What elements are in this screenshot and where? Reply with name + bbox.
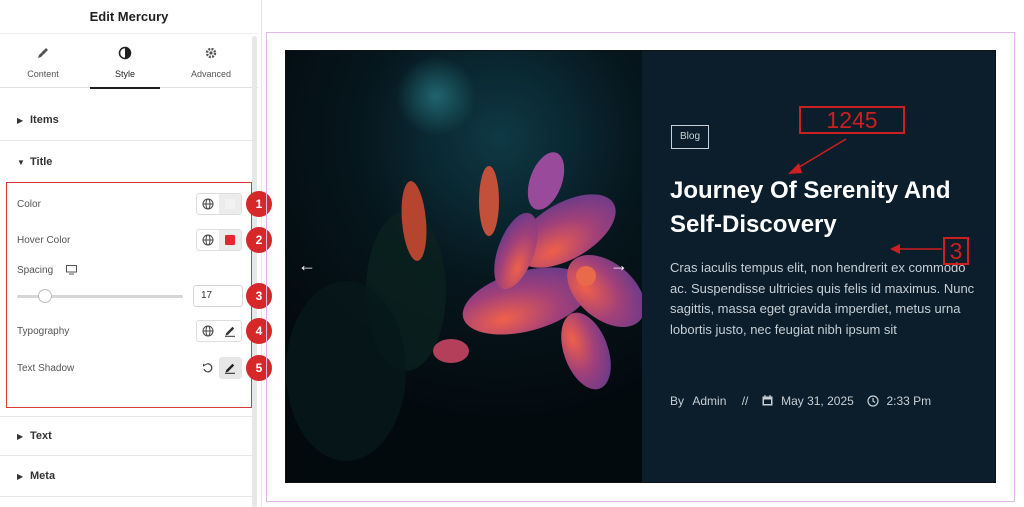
caret-right-icon: ▶ bbox=[17, 472, 24, 481]
globe-icon bbox=[202, 325, 214, 337]
panel-scrollbar[interactable] bbox=[252, 36, 257, 507]
tab-content[interactable]: Content bbox=[3, 36, 83, 88]
caret-down-icon: ▼ bbox=[17, 158, 25, 167]
reset-text-shadow-button[interactable] bbox=[198, 357, 218, 379]
globe-icon bbox=[202, 198, 214, 210]
text-shadow-label: Text Shadow bbox=[17, 363, 75, 374]
desktop-icon[interactable] bbox=[66, 265, 77, 275]
panel-title: Edit Mercury bbox=[0, 0, 258, 34]
typography-label: Typography bbox=[17, 326, 70, 337]
hover-color-control bbox=[196, 229, 242, 251]
section-text[interactable]: ▶ Text bbox=[0, 416, 252, 456]
edit-text-shadow-button[interactable] bbox=[219, 357, 242, 379]
color-label: Color bbox=[17, 199, 41, 210]
section-items[interactable]: ▶ Items bbox=[0, 101, 252, 141]
section-meta-label: Meta bbox=[30, 470, 56, 482]
tab-content-label: Content bbox=[27, 69, 59, 79]
hover-color-swatch bbox=[225, 235, 235, 245]
tab-advanced[interactable]: Advanced bbox=[171, 36, 251, 88]
tab-advanced-label: Advanced bbox=[190, 69, 232, 79]
pencil-icon bbox=[225, 363, 235, 374]
spacing-input[interactable]: 17 bbox=[193, 285, 243, 307]
editor-panel: Edit Mercury Content Style Advanced ▶ It… bbox=[0, 0, 272, 507]
color-swatch bbox=[225, 199, 235, 209]
caret-right-icon: ▶ bbox=[17, 116, 24, 125]
annotation-arrows bbox=[788, 138, 942, 254]
caret-right-icon: ▶ bbox=[17, 432, 24, 441]
section-items-label: Items bbox=[30, 114, 59, 126]
typography-control bbox=[196, 320, 242, 342]
global-typography-button[interactable] bbox=[197, 321, 219, 341]
gear-icon bbox=[205, 47, 217, 59]
globe-icon bbox=[202, 234, 214, 246]
pencil-icon bbox=[38, 48, 48, 58]
tab-style[interactable]: Style bbox=[85, 36, 165, 89]
color-swatch-button[interactable] bbox=[219, 194, 241, 214]
spacing-label: Spacing bbox=[17, 265, 54, 276]
global-color-button[interactable] bbox=[197, 194, 219, 214]
pencil-icon bbox=[225, 326, 235, 337]
panel-tabs: Content Style Advanced bbox=[0, 36, 258, 89]
hover-color-label: Hover Color bbox=[17, 235, 71, 246]
edit-typography-button[interactable] bbox=[219, 321, 241, 341]
global-hover-color-button[interactable] bbox=[197, 230, 219, 250]
post-slider-card: ← → Blog Journey Of Serenity And Self-Di… bbox=[285, 50, 996, 483]
tab-style-label: Style bbox=[114, 69, 135, 79]
reset-icon bbox=[203, 363, 213, 373]
color-control bbox=[196, 193, 242, 215]
hover-color-swatch-button[interactable] bbox=[219, 230, 241, 250]
section-title[interactable]: ▼ Title bbox=[0, 143, 252, 183]
spacing-slider-handle[interactable] bbox=[38, 289, 52, 303]
section-meta[interactable]: ▶ Meta bbox=[0, 457, 252, 497]
half-circle-icon bbox=[118, 46, 132, 60]
section-title-label: Title bbox=[30, 156, 53, 168]
section-text-label: Text bbox=[30, 430, 52, 442]
